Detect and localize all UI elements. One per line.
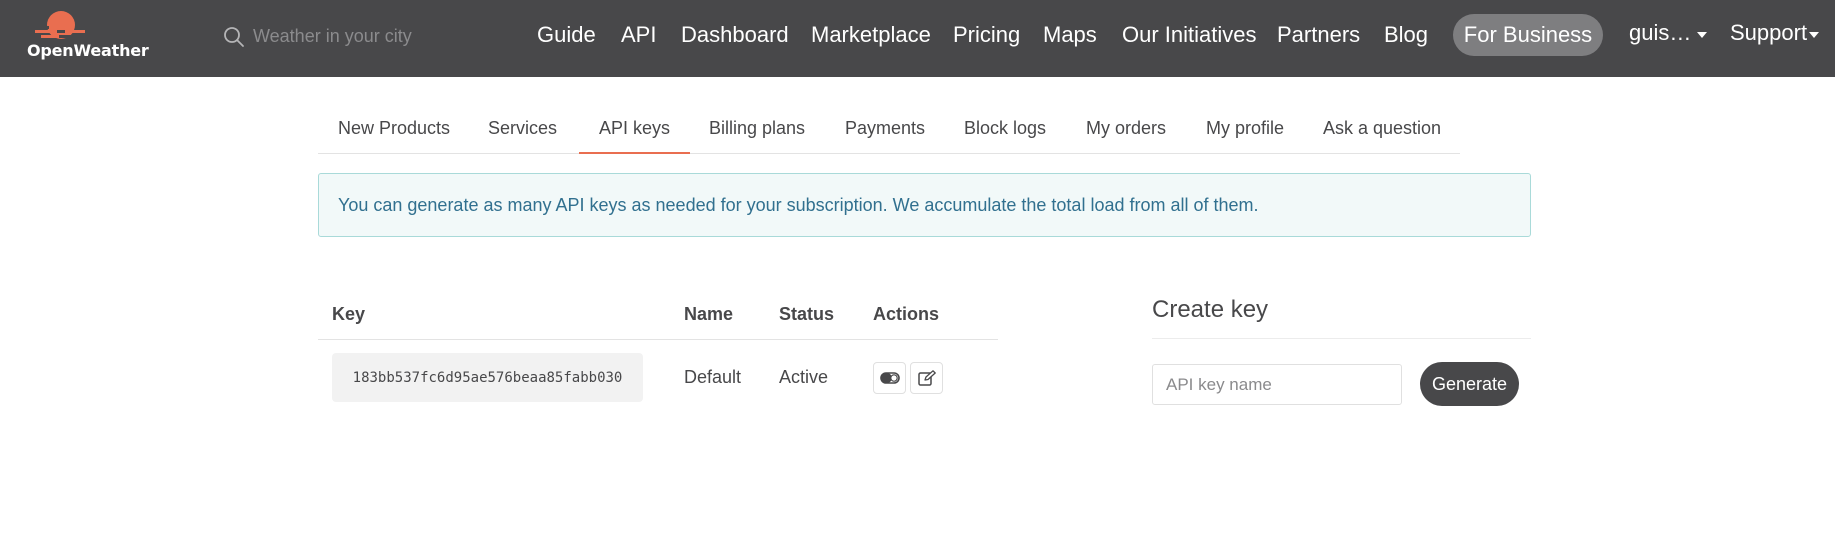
chevron-down-icon	[1809, 32, 1820, 38]
edit-key-button[interactable]	[910, 362, 943, 394]
api-key-name: Default	[684, 367, 742, 387]
toggle-icon	[879, 372, 900, 384]
column-header-name: Name	[684, 304, 734, 324]
user-name: guis…	[1629, 20, 1692, 45]
nav-link-our-initiatives[interactable]: Our Initiatives	[1122, 22, 1257, 48]
toggle-key-button[interactable]	[873, 362, 906, 394]
edit-icon	[917, 370, 936, 386]
api-key-name-input[interactable]	[1152, 364, 1402, 405]
table-header-divider	[318, 339, 998, 340]
nav-link-marketplace[interactable]: Marketplace	[811, 22, 931, 48]
nav-link-dashboard[interactable]: Dashboard	[681, 22, 789, 48]
user-menu[interactable]: guis…	[1629, 20, 1708, 46]
nav-slot-pricing: Pricing	[953, 0, 1020, 70]
column-header-key: Key	[332, 304, 366, 324]
nav-slot-maps: Maps	[1043, 0, 1097, 70]
openweather-logo[interactable]: OpenWeather	[27, 9, 152, 65]
support-menu[interactable]: Support	[1730, 20, 1820, 46]
tab-block-logs[interactable]: Block logs	[944, 108, 1066, 154]
sun-logo-icon	[35, 11, 85, 39]
nav-link-partners[interactable]: Partners	[1277, 22, 1360, 48]
column-header-actions: Actions	[873, 304, 940, 324]
tab-my-orders[interactable]: My orders	[1066, 108, 1186, 154]
chevron-down-icon	[1697, 32, 1708, 38]
nav-links: Guide	[537, 0, 596, 70]
nav-slot-partners: Partners	[1277, 0, 1360, 70]
api-key-status: Active	[779, 367, 829, 387]
column-header-status: Status	[779, 304, 835, 324]
nav-slot-marketplace: Marketplace	[811, 0, 931, 70]
nav-link-api[interactable]: API	[621, 22, 656, 48]
nav-slot-api: API	[621, 0, 656, 70]
nav-link-maps[interactable]: Maps	[1043, 22, 1097, 48]
tab-new-products[interactable]: New Products	[318, 108, 470, 154]
brand-name: OpenWeather	[27, 41, 149, 60]
tab-my-profile[interactable]: My profile	[1186, 108, 1304, 154]
tab-ask-a-question[interactable]: Ask a question	[1303, 108, 1461, 154]
search-box	[223, 20, 483, 52]
nav-link-guide[interactable]: Guide	[537, 22, 596, 48]
info-alert-text: You can generate as many API keys as nee…	[338, 194, 1259, 215]
for-business-button[interactable]: For Business	[1453, 14, 1603, 56]
generate-button[interactable]: Generate	[1420, 362, 1519, 406]
tab-api-keys[interactable]: API keys	[579, 108, 691, 154]
tab-billing-plans[interactable]: Billing plans	[689, 108, 825, 154]
tab-services[interactable]: Services	[468, 108, 577, 154]
nav-link-blog[interactable]: Blog	[1384, 22, 1428, 48]
account-tabs: New Products Services API keys Billing p…	[318, 108, 1460, 154]
search-icon[interactable]	[223, 26, 245, 48]
top-navbar: OpenWeather Guide API Dashboard Marketpl…	[0, 0, 1835, 77]
info-alert: You can generate as many API keys as nee…	[318, 173, 1531, 237]
tab-payments[interactable]: Payments	[825, 108, 945, 154]
search-input[interactable]	[253, 22, 473, 50]
create-key-divider	[1152, 338, 1531, 339]
support-label: Support	[1730, 20, 1808, 45]
nav-slot-blog: Blog	[1384, 0, 1428, 70]
api-key-value[interactable]: 183bb537fc6d95ae576beaa85fabb030	[332, 353, 643, 402]
create-key-title: Create key	[1152, 296, 1269, 323]
nav-link-pricing[interactable]: Pricing	[953, 22, 1020, 48]
nav-slot-dashboard: Dashboard	[681, 0, 789, 70]
nav-slot-initiatives: Our Initiatives	[1122, 0, 1257, 70]
